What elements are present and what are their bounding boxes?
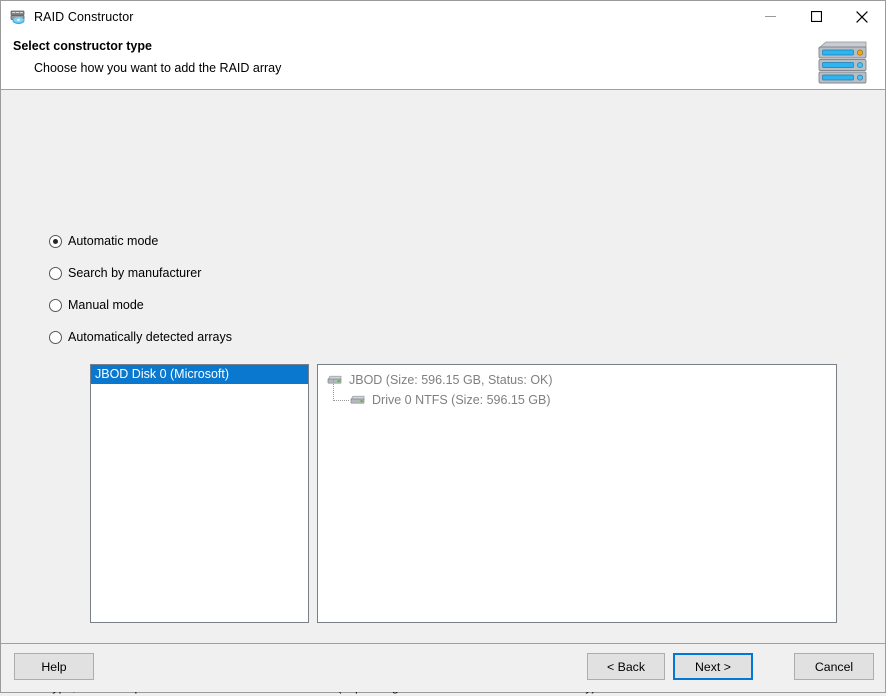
- constructor-type-radio-group: Automatic mode Search by manufacturer Ma…: [49, 232, 232, 360]
- list-item[interactable]: JBOD Disk 0 (Microsoft): [91, 365, 308, 384]
- window-title: RAID Constructor: [34, 10, 134, 24]
- wizard-body: Automatic mode Search by manufacturer Ma…: [1, 90, 885, 643]
- radio-mark-icon: [49, 331, 62, 344]
- close-icon: [856, 11, 868, 23]
- radio-label: Automatic mode: [68, 234, 158, 248]
- radio-mark-icon: [49, 267, 62, 280]
- wizard-header: Select constructor type Choose how you w…: [1, 32, 885, 90]
- page-subtitle: Choose how you want to add the RAID arra…: [34, 61, 281, 75]
- title-bar: RAID Constructor: [1, 1, 885, 32]
- tree-node-drive-0[interactable]: Drive 0 NTFS (Size: 596.15 GB): [318, 390, 836, 410]
- page-title: Select constructor type: [13, 39, 152, 53]
- tree-node-label: JBOD (Size: 596.15 GB, Status: OK): [349, 373, 553, 387]
- back-button[interactable]: < Back: [587, 653, 665, 680]
- radio-label: Search by manufacturer: [68, 266, 201, 280]
- hard-drive-icon: [350, 393, 365, 408]
- tree-node-jbod[interactable]: JBOD (Size: 596.15 GB, Status: OK): [318, 370, 836, 390]
- radio-manual-mode[interactable]: Manual mode: [49, 296, 232, 314]
- tree-connector-line: [333, 380, 349, 401]
- minimize-button[interactable]: [747, 1, 793, 32]
- radio-label: Manual mode: [68, 298, 144, 312]
- disk-list-box[interactable]: JBOD Disk 0 (Microsoft): [90, 364, 309, 623]
- close-button[interactable]: [839, 1, 885, 32]
- wizard-footer: Help < Back Next > Cancel: [1, 643, 885, 692]
- minimize-icon: [765, 11, 776, 22]
- help-button[interactable]: Help: [14, 653, 94, 680]
- array-structure-tree[interactable]: JBOD (Size: 596.15 GB, Status: OK) Drive…: [317, 364, 837, 623]
- radio-mark-icon: [49, 299, 62, 312]
- radio-search-by-manufacturer[interactable]: Search by manufacturer: [49, 264, 232, 282]
- next-button[interactable]: Next >: [673, 653, 753, 680]
- raid-disk-icon: [10, 9, 26, 25]
- maximize-button[interactable]: [793, 1, 839, 32]
- radio-automatic-mode[interactable]: Automatic mode: [49, 232, 232, 250]
- maximize-icon: [811, 11, 822, 22]
- raid-constructor-window: RAID Constructor Select constructor type…: [0, 0, 886, 693]
- disk-stack-icon: [813, 37, 871, 85]
- tree-node-label: Drive 0 NTFS (Size: 596.15 GB): [372, 393, 551, 407]
- window-controls: [747, 1, 885, 32]
- cancel-button[interactable]: Cancel: [794, 653, 874, 680]
- radio-label: Automatically detected arrays: [68, 330, 232, 344]
- radio-mark-icon: [49, 235, 62, 248]
- radio-automatically-detected-arrays[interactable]: Automatically detected arrays: [49, 328, 232, 346]
